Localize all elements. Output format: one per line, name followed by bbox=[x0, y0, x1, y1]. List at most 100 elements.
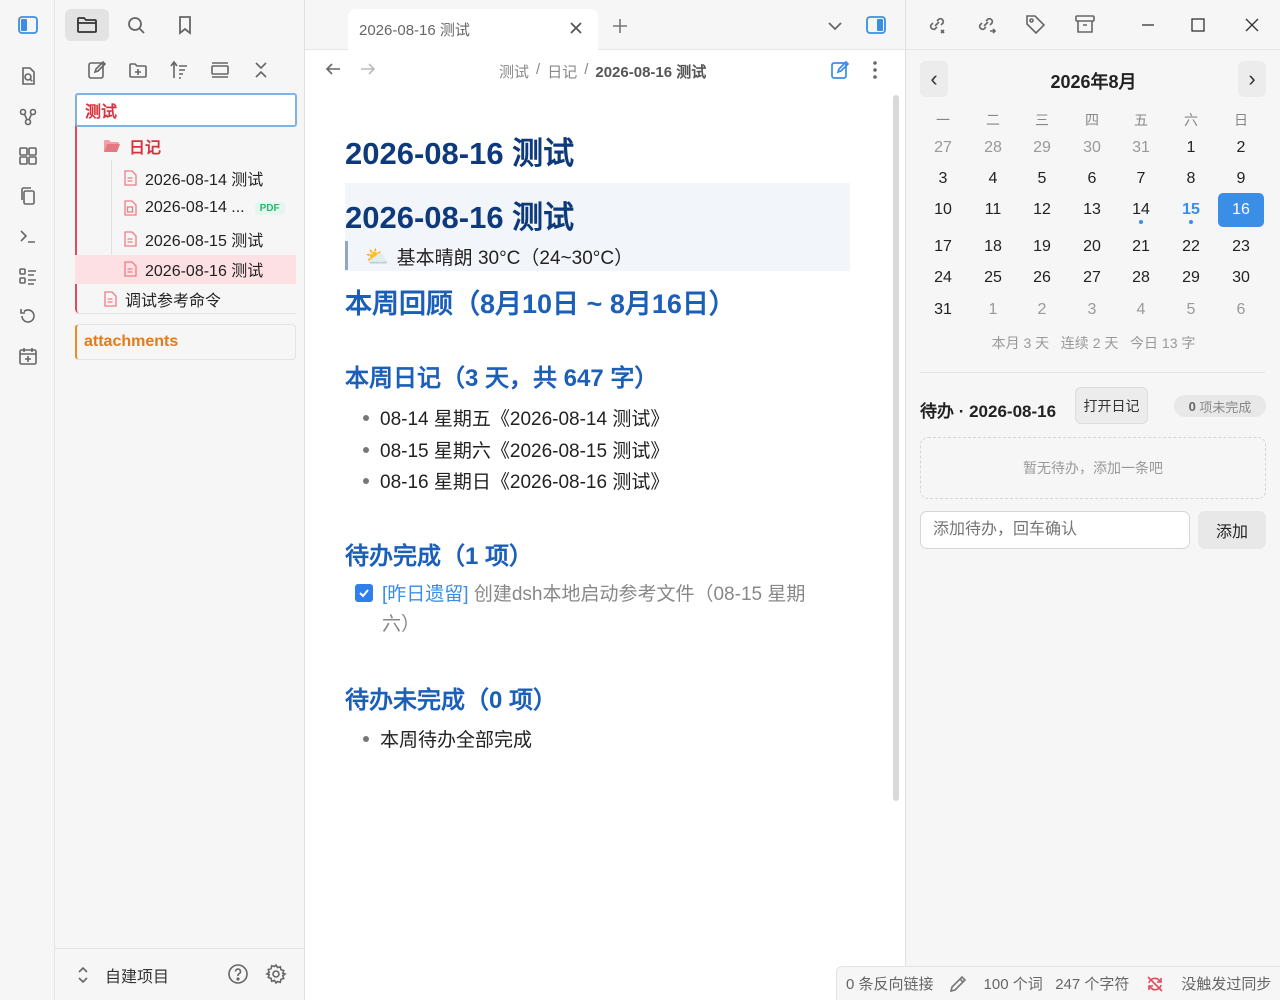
calendar-day[interactable]: 9 bbox=[1218, 164, 1264, 194]
sync-status[interactable]: 没触发过同步 bbox=[1181, 973, 1271, 994]
list-icon[interactable] bbox=[13, 261, 43, 291]
copy-files-icon[interactable] bbox=[13, 181, 43, 211]
editor-scrollbar[interactable] bbox=[893, 95, 899, 801]
history-icon[interactable] bbox=[13, 301, 43, 331]
open-diary-button[interactable]: 打开日记 bbox=[1075, 387, 1148, 424]
calendar-day[interactable]: 24 bbox=[920, 263, 966, 293]
calendar-day[interactable]: 27 bbox=[920, 133, 966, 163]
maximize-icon[interactable] bbox=[1190, 17, 1206, 33]
calendar-day[interactable]: 25 bbox=[970, 263, 1016, 293]
calendar-day[interactable]: 3 bbox=[920, 164, 966, 194]
edit-mode-icon[interactable] bbox=[830, 60, 850, 80]
calendar-day[interactable]: 27 bbox=[1069, 263, 1115, 293]
canvas-icon[interactable] bbox=[13, 141, 43, 171]
calendar-day[interactable]: 1 bbox=[1168, 133, 1214, 163]
back-arrow-icon[interactable] bbox=[324, 60, 342, 78]
calendar-day[interactable]: 30 bbox=[1218, 263, 1264, 293]
calendar-day[interactable]: 19 bbox=[1019, 232, 1065, 262]
calendar-day[interactable]: 29 bbox=[1019, 133, 1065, 163]
calendar-day[interactable]: 17 bbox=[920, 232, 966, 262]
sync-disabled-icon[interactable] bbox=[1145, 974, 1165, 994]
pencil-icon[interactable] bbox=[948, 974, 968, 994]
calendar-day[interactable]: 21 bbox=[1118, 232, 1164, 262]
tag-icon[interactable] bbox=[1024, 13, 1046, 35]
calendar-day[interactable]: 28 bbox=[970, 133, 1016, 163]
archive-icon[interactable] bbox=[1074, 13, 1096, 35]
calendar-day[interactable]: 1 bbox=[970, 295, 1016, 325]
calendar-add-icon[interactable] bbox=[13, 341, 43, 371]
bookmark-icon[interactable] bbox=[163, 9, 207, 41]
file-item-0816[interactable]: 2026-08-16 测试 bbox=[123, 255, 263, 283]
files-tab-icon[interactable] bbox=[65, 9, 109, 41]
calendar-day[interactable]: 14 bbox=[1118, 195, 1164, 225]
file-item-0815[interactable]: 2026-08-15 测试 bbox=[123, 225, 263, 253]
calendar-day-today[interactable]: 15 bbox=[1168, 195, 1214, 225]
file-item-0814-pdf[interactable]: 2026-08-14 ... PDF bbox=[123, 194, 285, 222]
window-close-icon[interactable] bbox=[1244, 17, 1260, 33]
folder-diary[interactable]: 日记 bbox=[99, 132, 296, 160]
right-sidebar-toggle-icon[interactable] bbox=[865, 14, 887, 36]
backlinks-count[interactable]: 0 条反向链接 bbox=[846, 973, 934, 994]
terminal-icon[interactable] bbox=[13, 221, 43, 251]
calendar-day[interactable]: 28 bbox=[1118, 263, 1164, 293]
add-todo-button[interactable]: 添加 bbox=[1198, 511, 1266, 549]
sort-icon[interactable] bbox=[164, 56, 194, 84]
calendar-day[interactable]: 6 bbox=[1069, 164, 1115, 194]
graph-view-icon[interactable] bbox=[13, 102, 43, 132]
new-tab-icon[interactable] bbox=[611, 17, 629, 35]
collapse-all-icon[interactable] bbox=[246, 56, 276, 84]
settings-gear-icon[interactable] bbox=[265, 963, 287, 985]
search-file-icon[interactable] bbox=[13, 61, 43, 91]
calendar-day[interactable]: 20 bbox=[1069, 232, 1115, 262]
calendar-day[interactable]: 7 bbox=[1118, 164, 1164, 194]
calendar-day[interactable]: 12 bbox=[1019, 195, 1065, 225]
folder-test[interactable]: 测试 bbox=[75, 93, 297, 127]
calendar-day[interactable]: 29 bbox=[1168, 263, 1214, 293]
help-icon[interactable] bbox=[227, 963, 249, 985]
sidebar-toggle-icon[interactable] bbox=[13, 10, 43, 40]
calendar-day[interactable]: 31 bbox=[920, 295, 966, 325]
calendar-day[interactable]: 18 bbox=[970, 232, 1016, 262]
file-item-debug-commands[interactable]: 调试参考命令 bbox=[103, 285, 221, 313]
calendar-day[interactable]: 5 bbox=[1019, 164, 1065, 194]
calendar-day[interactable]: 6 bbox=[1218, 295, 1264, 325]
more-options-icon[interactable] bbox=[872, 60, 878, 80]
chevron-down-icon[interactable] bbox=[827, 19, 843, 33]
diary-item-text[interactable]: 08-16 星期日《2026-08-16 测试》 bbox=[380, 467, 669, 494]
forward-arrow-icon[interactable] bbox=[359, 60, 377, 78]
calendar-day[interactable]: 4 bbox=[1118, 295, 1164, 325]
diary-item-text[interactable]: 08-14 星期五《2026-08-14 测试》 bbox=[380, 404, 669, 431]
search-icon[interactable] bbox=[114, 9, 158, 41]
calendar-day[interactable]: 3 bbox=[1069, 295, 1115, 325]
breadcrumb-subfolder[interactable]: 日记 bbox=[547, 61, 577, 82]
calendar-day[interactable]: 10 bbox=[920, 195, 966, 225]
calendar-day[interactable]: 23 bbox=[1218, 232, 1264, 262]
outgoing-links-icon[interactable] bbox=[975, 13, 997, 35]
tab-active[interactable]: 2026-08-16 测试 bbox=[348, 9, 598, 50]
diary-item-text[interactable]: 08-15 星期六《2026-08-15 测试》 bbox=[380, 436, 669, 463]
calendar-day[interactable]: 30 bbox=[1069, 133, 1115, 163]
backlinks-icon[interactable] bbox=[926, 13, 948, 35]
calendar-day[interactable]: 11 bbox=[970, 195, 1016, 225]
calendar-day[interactable]: 22 bbox=[1168, 232, 1214, 262]
new-folder-icon[interactable] bbox=[123, 56, 153, 84]
calendar-day[interactable]: 5 bbox=[1168, 295, 1214, 325]
folder-attachments[interactable]: attachments bbox=[75, 324, 296, 360]
calendar-day[interactable]: 2 bbox=[1019, 295, 1065, 325]
calendar-day[interactable]: 13 bbox=[1069, 195, 1115, 225]
minimize-icon[interactable] bbox=[1140, 17, 1156, 33]
file-item-0814[interactable]: 2026-08-14 测试 bbox=[123, 164, 263, 192]
close-tab-icon[interactable] bbox=[568, 20, 584, 36]
todo-checkbox-checked[interactable] bbox=[355, 584, 373, 602]
new-note-icon[interactable] bbox=[82, 56, 112, 84]
calendar-day-selected[interactable]: 16 bbox=[1218, 193, 1264, 227]
calendar-day[interactable]: 8 bbox=[1168, 164, 1214, 194]
calendar-day[interactable]: 4 bbox=[970, 164, 1016, 194]
calendar-day[interactable]: 2 bbox=[1218, 133, 1264, 163]
calendar-day[interactable]: 31 bbox=[1118, 133, 1164, 163]
breadcrumb-folder[interactable]: 测试 bbox=[499, 61, 529, 82]
expand-all-icon[interactable] bbox=[205, 56, 235, 84]
vault-switcher[interactable]: 自建项目 bbox=[77, 963, 169, 987]
calendar-day[interactable]: 26 bbox=[1019, 263, 1065, 293]
todo-input[interactable] bbox=[920, 511, 1190, 549]
